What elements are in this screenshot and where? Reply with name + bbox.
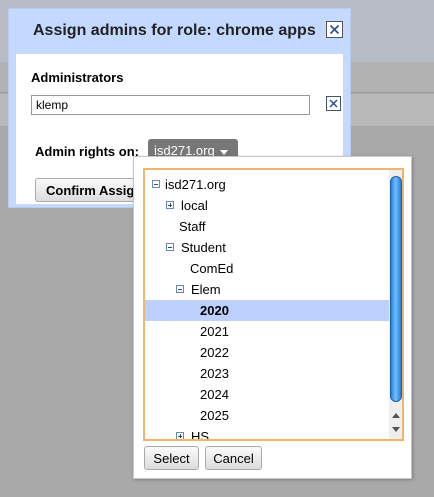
tree-item-hs[interactable]: HS (145, 426, 390, 441)
tree-item-local[interactable]: local (145, 195, 390, 216)
clear-icon[interactable] (326, 96, 341, 111)
admin-rights-label: Admin rights on: (35, 144, 139, 159)
tree-item-label: Elem (191, 282, 221, 297)
tree-item-label: Staff (179, 219, 206, 234)
tree-item-isd271-org[interactable]: isd271.org (145, 174, 390, 195)
tree-scrollbar[interactable] (389, 170, 402, 439)
administrator-input[interactable] (31, 95, 310, 115)
tree-item-2023[interactable]: 2023 (145, 363, 390, 384)
scroll-down-icon[interactable] (392, 427, 400, 432)
tree-item-2022[interactable]: 2022 (145, 342, 390, 363)
tree-item-label: Student (181, 240, 226, 255)
tree-item-staff[interactable]: Staff (145, 216, 390, 237)
tree-item-2021[interactable]: 2021 (145, 321, 390, 342)
scrollbar-thumb[interactable] (390, 176, 402, 402)
tree-item-2020[interactable]: 2020 (145, 300, 390, 321)
tree-item-elem[interactable]: Elem (145, 279, 390, 300)
tree-item-label: 2020 (200, 303, 229, 318)
tree-item-2024[interactable]: 2024 (145, 384, 390, 405)
expand-icon[interactable] (176, 432, 184, 439)
close-icon[interactable] (326, 21, 343, 38)
tree-item-comed[interactable]: ComEd (145, 258, 390, 279)
tree-item-label: local (181, 198, 208, 213)
tree-item-label: 2022 (200, 345, 229, 360)
tree-item-label: HS (191, 429, 210, 441)
select-button[interactable]: Select (144, 446, 199, 470)
collapse-icon[interactable] (166, 243, 174, 251)
org-unit-picker-popup: isd271.org local Staff Student ComEd Ele… (133, 156, 412, 479)
tree-item-label: 2021 (200, 324, 229, 339)
tree-item-label: 2024 (200, 387, 229, 402)
collapse-icon[interactable] (176, 285, 184, 293)
tree-item-2025[interactable]: 2025 (145, 405, 390, 426)
tree-item-student[interactable]: Student (145, 237, 390, 258)
administrators-label: Administrators (31, 70, 124, 85)
tree-item-label: 2025 (200, 408, 229, 423)
dialog-title: Assign admins for role: chrome apps (33, 22, 316, 39)
tree-item-label: ComEd (190, 261, 234, 276)
tree-item-label: 2023 (200, 366, 229, 381)
cancel-button[interactable]: Cancel (205, 446, 262, 470)
collapse-icon[interactable] (152, 180, 160, 188)
org-unit-tree: isd271.org local Staff Student ComEd Ele… (143, 168, 404, 441)
tree-item-label: isd271.org (165, 177, 226, 192)
scroll-up-icon[interactable] (392, 413, 400, 418)
expand-icon[interactable] (166, 201, 174, 209)
